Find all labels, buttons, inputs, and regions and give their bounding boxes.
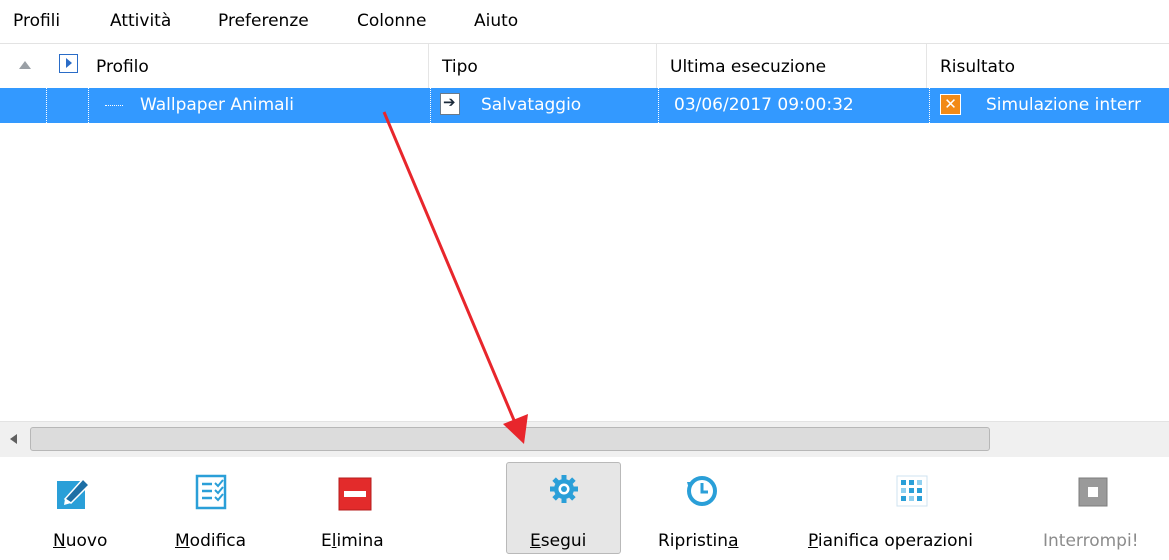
ripristina-label: Ripristina [658, 531, 739, 551]
column-divider[interactable] [428, 44, 429, 88]
ripristina-button[interactable]: Ripristina [656, 457, 766, 560]
menu-preferenze[interactable]: Preferenze [218, 10, 309, 32]
list-header: Profilo Tipo Ultima esecuzione Risultato [0, 44, 1169, 89]
cell-type: Salvataggio [481, 95, 582, 115]
menu-attivita[interactable]: Attività [110, 10, 171, 32]
elimina-button[interactable]: Elimina [318, 457, 408, 560]
scroll-left-arrow-icon[interactable] [10, 434, 17, 444]
esegui-button[interactable]: Esegui [506, 457, 622, 560]
cell-last-run: 03/06/2017 09:00:32 [674, 95, 854, 115]
cell-result: Simulazione interr [986, 95, 1141, 115]
column-header-tipo[interactable]: Tipo [442, 56, 478, 78]
restore-clock-icon [687, 476, 717, 506]
cell-profile: Wallpaper Animali [140, 95, 294, 115]
menu-bar: Profili Attività Preferenze Colonne Aiut… [0, 0, 1169, 44]
esegui-label: Esegui [530, 531, 587, 551]
elimina-label: Elimina [321, 531, 384, 551]
column-header-ultima-esecuzione[interactable]: Ultima esecuzione [670, 56, 826, 78]
modifica-label: Modifica [175, 531, 247, 551]
cell-divider [430, 88, 431, 123]
column-header-profilo[interactable]: Profilo [96, 56, 149, 78]
nuovo-label: Nuovo [53, 531, 108, 551]
interrompi-button[interactable]: Interrompi! [1040, 457, 1160, 560]
column-header-risultato[interactable]: Risultato [940, 56, 1015, 78]
edit-checklist-icon [195, 474, 227, 510]
stop-icon [1078, 477, 1108, 507]
toolbar: Nuovo Modifica Elimina Esegui Ripristina… [0, 457, 1169, 560]
tree-guide-line [88, 88, 89, 123]
menu-profili[interactable]: Profili [13, 10, 60, 32]
tree-guide-line [46, 88, 47, 123]
cell-divider [929, 88, 930, 123]
nuovo-button[interactable]: Nuovo [30, 457, 120, 560]
tree-connector [105, 105, 123, 106]
sort-ascending-icon[interactable] [19, 61, 31, 69]
pianifica-operazioni-button[interactable]: Pianifica operazioni [808, 457, 1018, 560]
backup-type-icon [440, 93, 460, 115]
column-divider[interactable] [926, 44, 927, 88]
menu-colonne[interactable]: Colonne [357, 10, 426, 32]
menu-aiuto[interactable]: Aiuto [474, 10, 518, 32]
column-divider[interactable] [656, 44, 657, 88]
schedule-grid-icon [896, 475, 928, 507]
interrompi-label: Interrompi! [1043, 531, 1139, 551]
table-row[interactable]: Wallpaper Animali Salvataggio 03/06/2017… [0, 88, 1169, 123]
expand-all-icon[interactable] [59, 54, 78, 73]
pianifica-operazioni-label: Pianifica operazioni [808, 531, 974, 551]
horizontal-scrollbar[interactable] [0, 421, 1169, 457]
delete-icon [338, 477, 372, 511]
modifica-button[interactable]: Modifica [170, 457, 280, 560]
warning-result-icon: ✕ [940, 94, 961, 115]
cell-divider [658, 88, 659, 123]
new-profile-icon [57, 477, 91, 509]
scrollbar-thumb[interactable] [30, 427, 990, 451]
gear-icon [550, 475, 578, 503]
